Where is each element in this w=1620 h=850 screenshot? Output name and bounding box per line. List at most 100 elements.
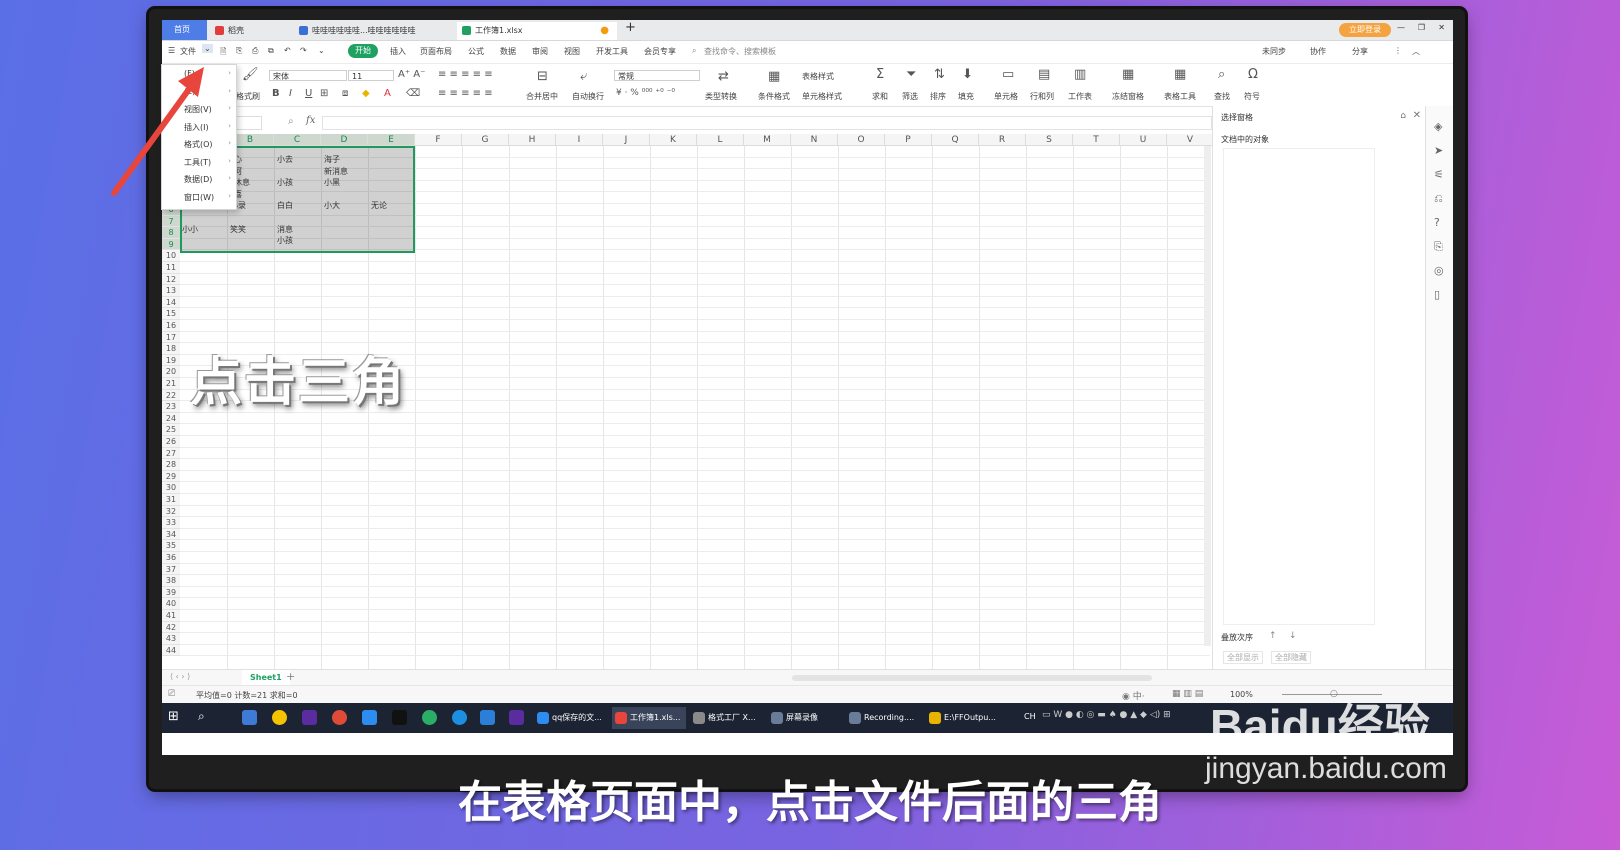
table-tools-label[interactable]: 表格工具 <box>1164 91 1196 102</box>
fill-label[interactable]: 填充 <box>958 91 974 102</box>
tab-data[interactable]: 数据 <box>500 46 516 57</box>
column-header[interactable]: U <box>1120 134 1167 146</box>
sync-status[interactable]: 未同步 <box>1262 46 1286 57</box>
column-header[interactable]: T <box>1073 134 1120 146</box>
tab-formula[interactable]: 公式 <box>468 46 484 57</box>
ime-indicator[interactable]: CH <box>1024 712 1036 721</box>
new-tab-button[interactable]: + <box>625 20 636 35</box>
tab-insert[interactable]: 插入 <box>390 46 406 57</box>
taskbar-app-qq-files[interactable]: qq保存的文... <box>534 707 608 729</box>
collab-button[interactable]: 协作 <box>1310 46 1326 57</box>
hide-all-button[interactable]: 全部隐藏 <box>1271 651 1311 664</box>
cell[interactable]: 海子 <box>324 154 340 165</box>
row-header[interactable]: 36 <box>162 552 180 564</box>
row-header[interactable]: 13 <box>162 285 180 297</box>
tab-docer[interactable]: 稻壳 <box>210 22 290 40</box>
chrome-icon[interactable] <box>332 710 347 725</box>
currency-icon[interactable]: ¥ · % ⁰⁰⁰ ⁺⁰ ⁻⁰ <box>616 87 675 100</box>
row-header[interactable]: 14 <box>162 296 180 309</box>
cell[interactable]: 笑笑 <box>230 224 246 235</box>
share-doc-icon[interactable]: ⎘ <box>1434 240 1443 254</box>
row-header[interactable]: 38 <box>162 575 180 587</box>
backup-icon[interactable]: ⎌ <box>1434 192 1443 206</box>
align-top-icon[interactable]: ≡ ≡ ≡ ≡ ≡ <box>438 68 493 81</box>
italic-icon[interactable]: I <box>289 87 292 100</box>
column-header[interactable]: P <box>885 134 932 146</box>
taskbar-search-icon[interactable]: ⌕ <box>198 709 205 724</box>
merge-label[interactable]: 合并居中 <box>526 91 558 102</box>
column-header[interactable]: L <box>697 134 744 146</box>
row-header[interactable]: 31 <box>162 494 180 506</box>
tab-page-layout[interactable]: 页面布局 <box>420 46 452 57</box>
file-dropdown-triangle-icon[interactable]: ⌄ <box>202 44 213 53</box>
freeze-icon[interactable]: ▦ <box>1122 68 1134 81</box>
column-header[interactable]: H <box>509 134 556 146</box>
row-header[interactable]: 29 <box>162 470 180 483</box>
hamburger-icon[interactable]: ☰ <box>168 46 175 55</box>
symbol-label[interactable]: 符号 <box>1244 91 1260 102</box>
undo-icon[interactable]: ↶ <box>284 46 291 55</box>
row-header[interactable]: 25 <box>162 424 180 436</box>
cell[interactable]: 新消息 <box>324 166 348 177</box>
column-header[interactable]: D <box>321 134 368 146</box>
maximize-icon[interactable]: ❐ <box>1418 23 1425 32</box>
premiere-2-icon[interactable] <box>509 710 524 725</box>
pin-icon[interactable]: ⌂ <box>1400 111 1406 121</box>
taskbar-app-screen-record[interactable]: 屏幕录像 <box>768 707 842 729</box>
vertical-scrollbar[interactable] <box>1204 146 1211 646</box>
row-header[interactable]: 39 <box>162 586 180 599</box>
column-header[interactable]: K <box>650 134 697 146</box>
font-name-select[interactable]: 宋体 <box>269 70 347 81</box>
row-header[interactable]: 32 <box>162 505 180 518</box>
sum-label[interactable]: 求和 <box>872 91 888 102</box>
tab-review[interactable]: 审阅 <box>532 46 548 57</box>
cell-icon[interactable]: ▭ <box>1002 68 1014 81</box>
row-header[interactable]: 34 <box>162 528 180 541</box>
export-pdf-icon[interactable]: ⎘ <box>236 46 242 56</box>
column-header[interactable]: R <box>979 134 1026 146</box>
location-icon[interactable]: ◎ <box>1434 264 1444 277</box>
symbol-icon[interactable]: Ω <box>1248 68 1258 81</box>
fill-icon[interactable]: ⬇ <box>962 68 973 81</box>
ie-icon[interactable] <box>452 710 467 725</box>
column-header[interactable]: N <box>791 134 838 146</box>
row-header[interactable]: 17 <box>162 331 180 344</box>
taskbar-app-ffoutput[interactable]: E:\FFOutpu... <box>926 707 1004 729</box>
fill-color-icon[interactable]: ◆ <box>362 87 370 100</box>
select-cursor-icon[interactable]: ➤ <box>1434 144 1443 157</box>
cond-format-icon[interactable]: ▦ <box>768 70 780 83</box>
row-header[interactable]: 43 <box>162 633 180 645</box>
table-tools-icon[interactable]: ▦ <box>1174 68 1186 81</box>
eye-icon[interactable]: ◉ 中· <box>1122 689 1145 702</box>
rowcol-icon[interactable]: ▤ <box>1038 68 1050 81</box>
find-icon[interactable]: ⌕ <box>1218 68 1225 81</box>
clear-icon[interactable]: ⌫ <box>406 87 420 100</box>
cell[interactable]: 小小 <box>182 224 198 235</box>
minimize-icon[interactable]: — <box>1397 23 1405 32</box>
column-header[interactable]: I <box>556 134 603 146</box>
row-header[interactable]: 35 <box>162 540 180 552</box>
row-header[interactable]: 40 <box>162 598 180 610</box>
formula-input[interactable] <box>322 116 1212 130</box>
sheet-nav-icon[interactable]: ⟨ ‹ › ⟩ <box>170 672 190 681</box>
row-header[interactable]: 8 <box>162 227 180 239</box>
wrap-label[interactable]: 自动换行 <box>572 91 604 102</box>
row-header[interactable]: 20 <box>162 366 180 378</box>
cell[interactable]: 小孩 <box>277 235 293 246</box>
border-icon[interactable]: ⊞ <box>320 87 328 100</box>
close-icon[interactable]: ✕ <box>1438 23 1445 32</box>
qq-icon[interactable] <box>392 710 407 725</box>
taskbar-app-recording[interactable]: Recording.... <box>846 707 922 729</box>
column-header[interactable]: M <box>744 134 791 146</box>
row-header[interactable]: 37 <box>162 563 180 576</box>
sheet-tab-sheet1[interactable]: Sheet1 <box>242 670 290 685</box>
font-size-select[interactable]: 11 <box>348 70 394 81</box>
worksheet-icon[interactable]: ▥ <box>1074 68 1086 81</box>
collapse-ribbon-icon[interactable]: ︿ <box>1412 46 1420 57</box>
view-mode-icon[interactable]: ▦ ▥ ▤ <box>1172 689 1203 699</box>
wrap-icon[interactable]: ⤶ <box>580 70 587 83</box>
sum-icon[interactable]: Σ <box>876 68 884 81</box>
row-header[interactable]: 19 <box>162 354 180 367</box>
style-icon[interactable]: ◈ <box>1434 120 1442 133</box>
cell[interactable]: 小孩 <box>277 177 293 188</box>
